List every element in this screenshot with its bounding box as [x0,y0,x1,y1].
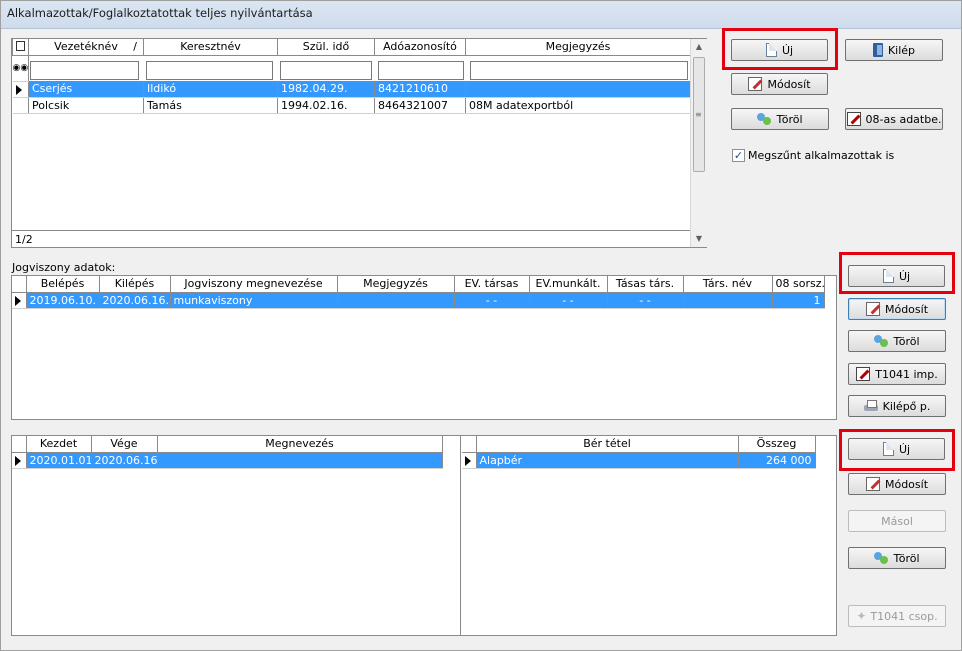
col-header-megnevezes[interactable]: Megnevezés [156,436,443,453]
t1041-import-button[interactable]: T1041 imp. [848,363,946,385]
new-employee-button[interactable]: Új [731,39,828,61]
edit-employee-button[interactable]: Módosít [731,73,828,95]
col-header-firstname[interactable]: Keresztnév [143,39,278,56]
edit-pencil-icon [865,477,880,491]
filter-taxid-input[interactable] [378,61,464,80]
current-row-arrow-icon [465,455,471,466]
col-header-osszeg[interactable]: Összeg [737,436,816,453]
employees-scrollbar[interactable]: ▲ ≡ ▼ [690,39,707,247]
employment-panel: Belépés Kilépés Jogviszony megnevezése M… [11,275,837,420]
col-header-ber-tetel[interactable]: Bér tétel [475,436,739,453]
employment-section-label: Jogviszony adatok: [12,261,116,274]
main-window: Alkalmazottak/Foglalkoztatottak teljes n… [0,0,962,651]
edit-employment-button[interactable]: Módosít [848,298,946,320]
table-row[interactable]: Cserjés Ildikó 1982.04.29. 8421210610 [12,81,691,98]
import-icon [846,112,861,126]
wages-table[interactable]: Bér tétel Összeg Alapbér 264 000 [462,436,816,469]
periods-panel: Kezdet Vége Megnevezés 2020.01.01. 2020.… [11,435,837,636]
col-header-note[interactable]: Megjegyzés [465,39,691,56]
edit-pencil-icon [865,302,880,316]
table-row[interactable]: 2019.06.10. 2020.06.16. munkaviszony - -… [12,292,825,309]
edit-wage-button[interactable]: Módosít [848,473,946,495]
col-header-end[interactable]: Kilépés [98,276,171,293]
delete-employee-button[interactable]: Töröl [731,108,829,130]
filter-lastname-input[interactable] [30,61,139,80]
printer-icon [863,399,878,413]
col-header-sorsz[interactable]: 08 sorsz. [771,276,825,293]
table-row[interactable]: Polcsik Tamás 1994.02.16. 8464321007 08M… [12,97,691,114]
col-header-start[interactable]: Belépés [25,276,100,293]
col-header-note[interactable]: Megjegyzés [336,276,455,293]
record-count: 1/2 [12,230,690,247]
new-wage-button[interactable]: Új [848,438,945,460]
employees-panel: Vezetéknév / Keresztnév Szül. idő Adóazo… [11,38,707,248]
table-row[interactable]: 2020.01.01. 2020.06.16. [12,452,443,469]
copy-wage-button[interactable]: Másol [848,510,946,532]
col-header-tars-nev[interactable]: Társ. név [682,276,773,293]
col-header-tasas-tars[interactable]: Tásas társ. [606,276,684,293]
binoculars-icon: ◉◉ [12,55,29,82]
current-row-arrow-icon [15,295,21,306]
new-employment-button[interactable]: Új [848,265,945,287]
current-row-arrow-icon [15,455,21,466]
periods-table[interactable]: Kezdet Vége Megnevezés 2020.01.01. 2020.… [12,436,443,469]
panel-divider [460,436,461,635]
exit-button[interactable]: Kilép [845,39,943,61]
new-doc-icon [882,269,894,283]
delete-wage-button[interactable]: Töröl [848,547,946,569]
delete-employment-button[interactable]: Töröl [848,330,946,352]
col-header-type[interactable]: Jogviszony megnevezése [169,276,338,293]
col-header-lastname[interactable]: Vezetéknév / [28,39,144,56]
delete-icon [874,334,889,348]
export08-button[interactable]: 08-as adatbe. [845,108,943,130]
window-title: Alkalmazottak/Foglalkoztatottak teljes n… [1,1,961,29]
current-row-arrow-icon [15,84,22,95]
col-header-birthdate[interactable]: Szül. idő [277,39,375,56]
filter-firstname-input[interactable] [146,61,273,80]
import-icon [856,367,871,381]
leaver-print-button[interactable]: Kilépő p. [848,395,946,417]
filter-note-input[interactable] [470,61,688,80]
t1041-group-button[interactable]: ✦ T1041 csop. [848,605,946,627]
delete-icon [757,112,772,126]
former-employees-checkbox[interactable]: ✓ [732,149,745,162]
edit-pencil-icon [748,77,763,91]
new-doc-icon [882,442,894,456]
col-header-ev-tarsas[interactable]: EV. társas [453,276,530,293]
delete-icon [874,551,889,565]
col-header-kezdet[interactable]: Kezdet [25,436,92,453]
new-doc-icon [765,43,777,57]
col-header-taxid[interactable]: Adóazonosító [374,39,466,56]
filter-birthdate-input[interactable] [280,61,372,80]
table-row[interactable]: Alapbér 264 000 [462,452,816,469]
column-chooser-icon[interactable] [12,39,29,56]
sort-indicator: / [133,40,137,54]
col-header-vege[interactable]: Vége [90,436,158,453]
door-exit-icon [872,43,883,57]
col-header-ev-munkalt[interactable]: EV.munkált. [528,276,608,293]
employment-table[interactable]: Belépés Kilépés Jogviszony megnevezése M… [12,276,825,309]
sparkle-icon: ✦ [856,609,867,623]
former-employees-label: Megszűnt alkalmazottak is [748,149,895,162]
